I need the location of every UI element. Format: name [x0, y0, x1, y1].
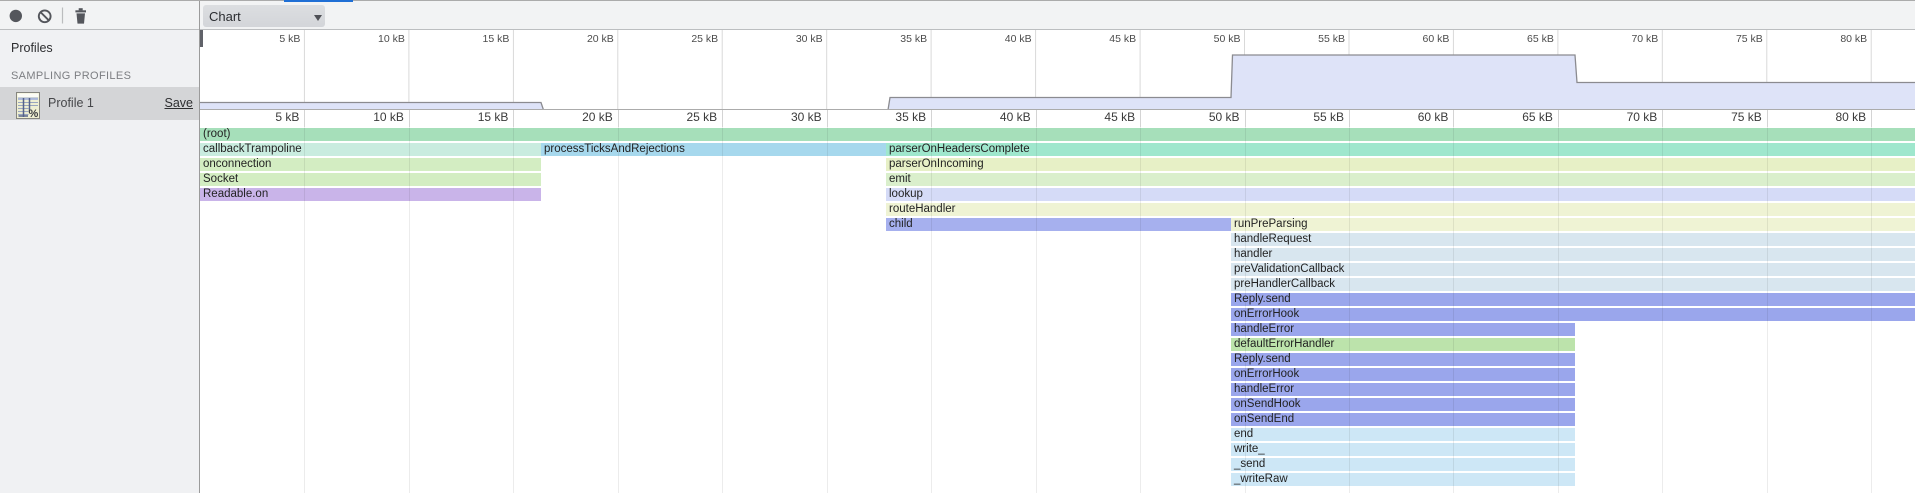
svg-text:%: %	[29, 108, 39, 119]
